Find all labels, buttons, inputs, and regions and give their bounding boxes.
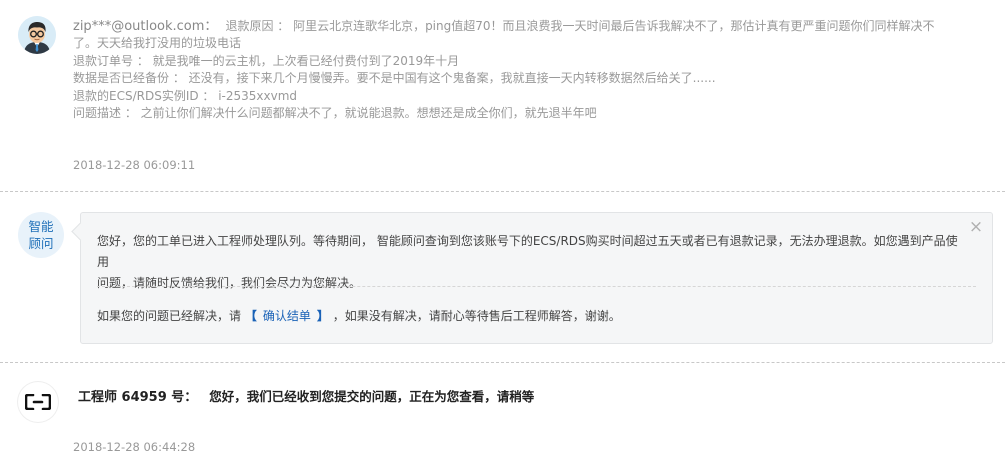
user-message: zip***@outlook.com： 退款原因 ： 阿里云北京连歌华北京，pin… bbox=[0, 0, 1005, 191]
aliyun-logo-icon bbox=[25, 394, 51, 410]
footer-prefix: 如果您的问题已经解决，请 bbox=[97, 309, 242, 323]
data-backup-line: 数据是否已经备份 ： 还没有，接下来几个月慢慢弄。要不是中国有这个鬼备案，我就直… bbox=[73, 71, 716, 86]
engineer-message-text: 您好，我们已经收到您提交的问题，正在为您查看，请稍等 bbox=[209, 389, 535, 404]
message-divider bbox=[0, 191, 1005, 192]
refund-reason-line: 退款原因 ： 阿里云北京连歌华北京，ping值超70！而且浪费我一天时间最后告诉… bbox=[225, 19, 935, 33]
ticket-conversation: zip***@outlook.com： 退款原因 ： 阿里云北京连歌华北京，pin… bbox=[0, 0, 1005, 464]
smart-advisor-avatar: 智能顾问 bbox=[18, 212, 64, 258]
problem-description-line: 问题描述 ： 之前让你们解决什么问题都解决不了，就说能退款。想想还是成全你们，就… bbox=[73, 106, 597, 121]
advisor-footer: 如果您的问题已经解决，请 【确认结单】 ，如果没有解决，请耐心等待售后工程师解答… bbox=[97, 307, 621, 325]
footer-suffix: ，如果没有解决，请耐心等待售后工程师解答，谢谢。 bbox=[332, 309, 621, 323]
user-email: zip***@outlook.com： bbox=[73, 19, 218, 34]
advisor-text-line-1: 您好，您的工单已进入工程师处理队列。等待期间， 智能顾问查询到您该账号下的ECS… bbox=[97, 234, 958, 269]
engineer-avatar bbox=[18, 382, 58, 422]
smart-advisor-card: × 您好，您的工单已进入工程师处理队列。等待期间， 智能顾问查询到您该账号下的E… bbox=[80, 212, 993, 344]
message-divider bbox=[0, 362, 1005, 363]
smart-advisor-text: 您好，您的工单已进入工程师处理队列。等待期间， 智能顾问查询到您该账号下的ECS… bbox=[97, 231, 967, 294]
refund-order-line: 退款订单号 ： 就是我唯一的云主机，上次看已经付费付到了2019年十月 bbox=[73, 53, 460, 68]
engineer-name: 工程师 64959 号： bbox=[78, 390, 198, 405]
refund-reason-continued: 了。天天给我打没用的垃圾电话 bbox=[73, 36, 242, 51]
card-divider bbox=[97, 286, 976, 287]
close-icon[interactable]: × bbox=[968, 219, 984, 236]
confirm-close-ticket-link[interactable]: 确认结单 bbox=[263, 309, 311, 323]
engineer-message-timestamp: 2018-12-28 06:44:28 bbox=[73, 440, 196, 454]
engineer-message: 工程师 64959 号： 您好，我们已经收到您提交的问题，正在为您查看，请稍等 bbox=[78, 386, 534, 405]
cartoon-man-glasses-icon bbox=[18, 16, 56, 54]
bracket-open: 【 bbox=[244, 309, 257, 323]
advisor-text-line-2: 问题，请随时反馈给我们，我们会尽力为您解决。 bbox=[97, 276, 362, 290]
user-avatar bbox=[18, 16, 56, 54]
instance-id-line: 退款的ECS/RDS实例ID ： i-2535xxvmd bbox=[73, 88, 298, 103]
user-message-body: zip***@outlook.com： 退款原因 ： 阿里云北京连歌华北京，pin… bbox=[73, 18, 943, 122]
smart-advisor-label: 智能顾问 bbox=[28, 219, 54, 251]
user-message-timestamp: 2018-12-28 06:09:11 bbox=[73, 158, 196, 172]
bracket-close: 】 bbox=[316, 309, 329, 323]
